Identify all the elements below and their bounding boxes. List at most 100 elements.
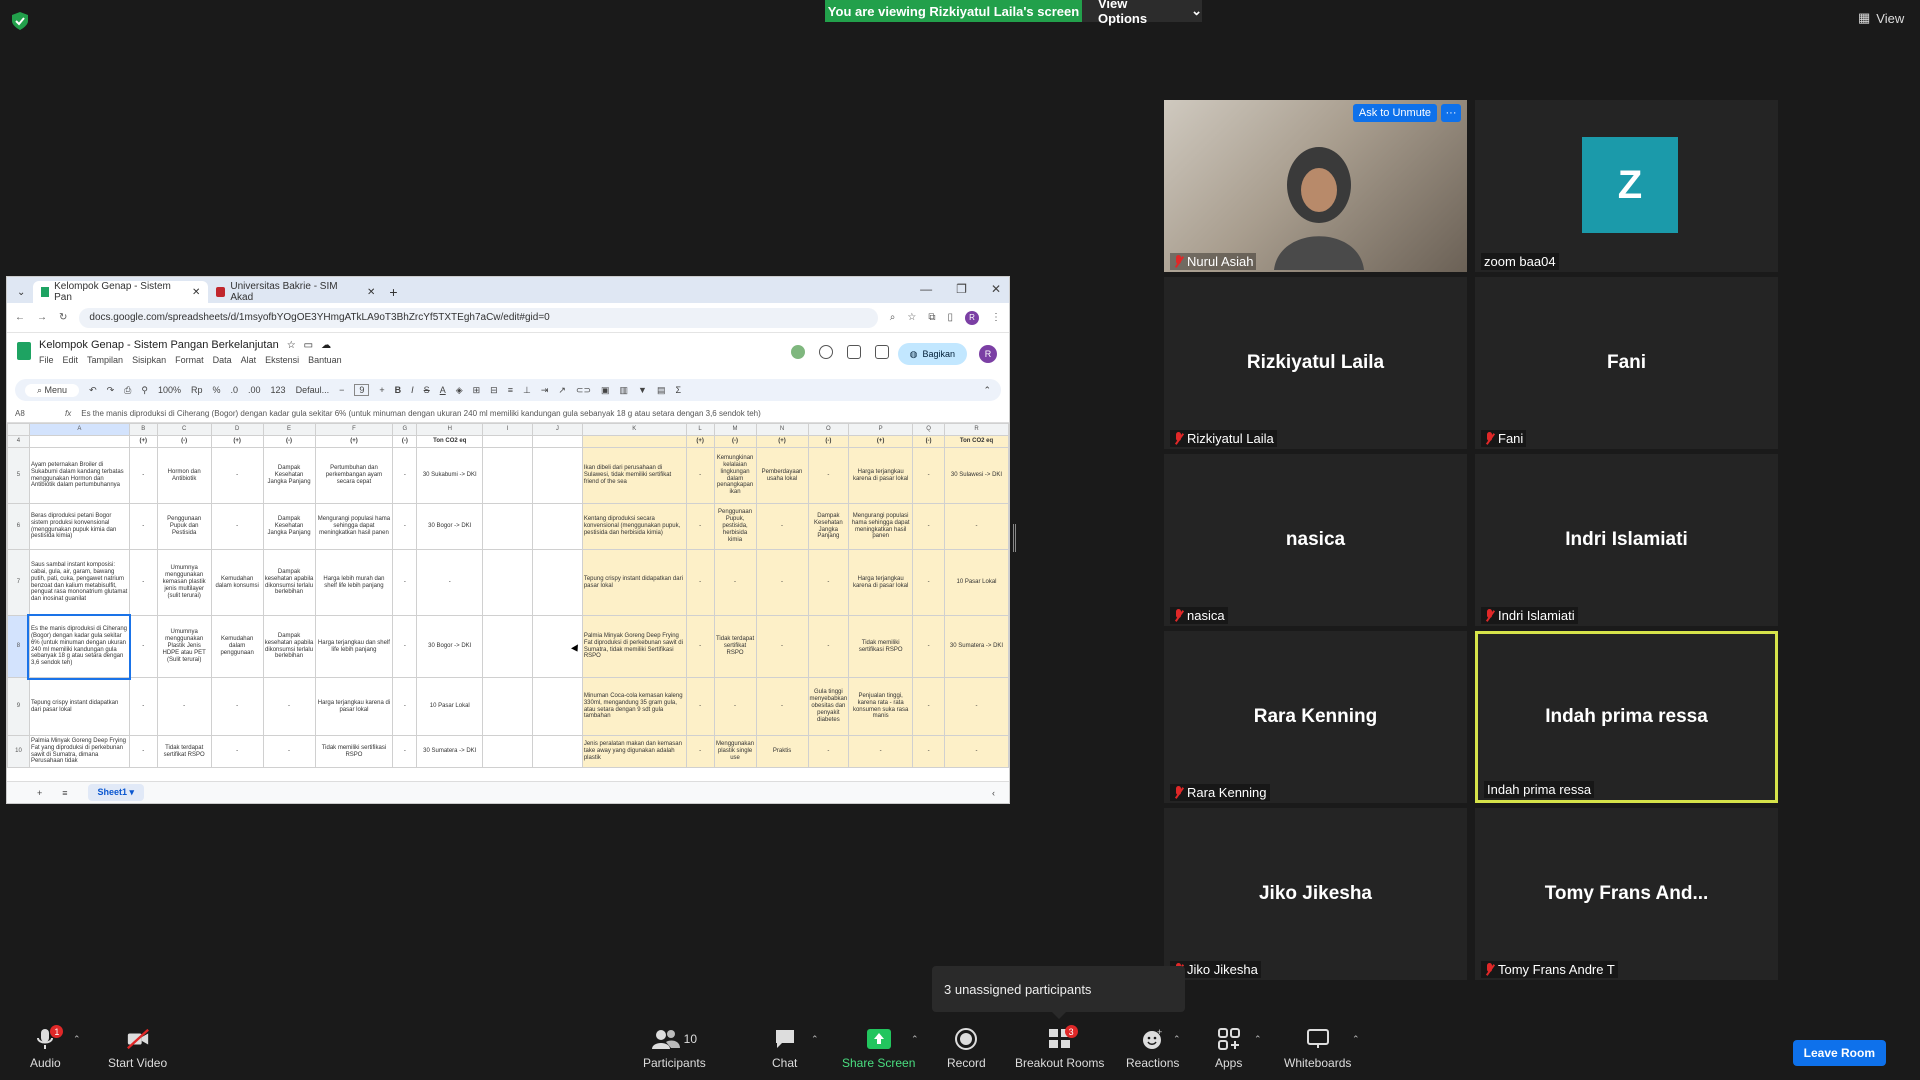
table-cell[interactable] [532, 435, 583, 448]
table-cell[interactable]: - [807, 549, 850, 616]
table-cell[interactable] [28, 435, 130, 448]
close-window-icon[interactable]: ✕ [991, 282, 1001, 296]
close-tab-icon[interactable]: ✕ [192, 287, 200, 298]
menu-help[interactable]: Bantuan [308, 355, 342, 365]
corner-cell[interactable] [7, 423, 30, 436]
table-cell[interactable] [482, 677, 534, 736]
table-cell[interactable]: - [128, 615, 158, 678]
table-cell[interactable]: Harga terjangkau karena di pasar lokal [848, 549, 914, 616]
chat-options-chevron-icon[interactable]: ⌃ [811, 1034, 819, 1045]
column-header[interactable]: Q [912, 423, 946, 436]
table-cell[interactable]: Saus sambal instant komposisi: cabai, gu… [28, 549, 130, 616]
redo-icon[interactable]: ↷ [107, 385, 115, 396]
menu-insert[interactable]: Sisipkan [132, 355, 166, 365]
profile-avatar[interactable]: R [965, 310, 979, 325]
table-cell[interactable] [482, 735, 534, 768]
apps-button[interactable]: Apps [1215, 1028, 1242, 1070]
table-cell[interactable]: - [912, 735, 946, 768]
table-cell[interactable]: Kentang diproduksi secara konvensional (… [581, 503, 687, 550]
table-cell[interactable]: Es the manis diproduksi di Ciherang (Bog… [27, 613, 132, 680]
table-cell[interactable]: Minuman Coca-cola kemasan kaleng 330ml, … [581, 677, 687, 736]
table-cell[interactable]: Praktis [755, 735, 809, 768]
table-cell[interactable]: Dampak Kesehatan Jangka Panjang [262, 503, 316, 550]
table-cell[interactable]: - [210, 447, 264, 504]
table-cell[interactable]: - [416, 549, 484, 616]
share-button[interactable]: ◍ Bagikan [897, 343, 967, 365]
table-cell[interactable] [532, 735, 583, 768]
chart-icon[interactable]: ▥ [620, 385, 629, 396]
table-cell[interactable]: (+) [314, 435, 394, 448]
participant-tile[interactable]: Ask to Unmute ··· Nurul Asiah [1164, 100, 1467, 272]
column-header[interactable]: F [314, 423, 394, 436]
breakout-rooms-button[interactable]: 3 Breakout Rooms [1015, 1025, 1104, 1070]
table-cell[interactable]: - [755, 549, 809, 616]
start-video-button[interactable]: Start Video [108, 1028, 167, 1070]
font-size-plus-icon[interactable]: + [379, 385, 384, 395]
participant-tile[interactable]: Fani Fani [1475, 277, 1778, 449]
table-cell[interactable] [532, 549, 583, 616]
italic-icon[interactable]: I [411, 385, 414, 395]
table-cell[interactable]: Gula tinggi menyebabkan obesitas dan pen… [807, 677, 850, 736]
table-cell[interactable]: - [944, 735, 1009, 768]
table-cell[interactable]: Kemungkinan kelalaian lingkungan dalam p… [713, 447, 757, 504]
table-cell[interactable]: - [262, 677, 316, 736]
share-screen-button[interactable]: Share Screen [842, 1028, 915, 1070]
table-cell[interactable]: Tidak terdapat sertifikat RSPO [713, 615, 757, 678]
whiteboards-options-chevron-icon[interactable]: ⌃ [1352, 1034, 1360, 1045]
name-box[interactable]: A8 [15, 409, 55, 418]
sheets-logo-icon[interactable] [17, 342, 31, 360]
table-cell[interactable]: (-) [262, 435, 316, 448]
whiteboards-button[interactable]: Whiteboards [1284, 1028, 1351, 1070]
table-cell[interactable]: Ton CO2 eq [416, 435, 484, 448]
text-color-icon[interactable]: A [440, 385, 446, 395]
table-cell[interactable]: - [128, 677, 158, 736]
table-cell[interactable]: - [210, 503, 264, 550]
bookmark-star-icon[interactable]: ☆ [907, 312, 916, 323]
table-cell[interactable]: - [392, 549, 418, 616]
table-cell[interactable]: Tepung crispy instant didapatkan dari pa… [581, 549, 687, 616]
participant-tile[interactable]: nasica nasica [1164, 454, 1467, 626]
table-cell[interactable]: - [128, 549, 158, 616]
table-cell[interactable]: (+) [128, 435, 158, 448]
menu-view[interactable]: Tampilan [87, 355, 123, 365]
table-cell[interactable] [532, 447, 583, 504]
account-avatar[interactable]: R [979, 345, 997, 363]
column-header[interactable]: H [416, 423, 484, 436]
row-number[interactable]: 8 [7, 615, 30, 678]
table-cell[interactable]: Dampak kesehatan apabila dikonsumsi terl… [262, 549, 316, 616]
undo-icon[interactable]: ↶ [89, 385, 97, 396]
table-cell[interactable]: Harga terjangkau karena di pasar lokal [848, 447, 914, 504]
table-cell[interactable]: (-) [807, 435, 850, 448]
font-size-input[interactable]: 9 [354, 384, 370, 396]
menu-format[interactable]: Format [175, 355, 204, 365]
row-number[interactable]: 4 [7, 435, 30, 448]
link-icon[interactable]: ⊂⊃ [576, 385, 591, 396]
table-cell[interactable]: - [685, 447, 715, 504]
table-cell[interactable]: - [755, 615, 809, 678]
shield-icon[interactable] [12, 12, 28, 30]
table-cell[interactable]: Harga lebih murah dan shelf life lebih p… [314, 549, 394, 616]
audio-options-chevron-icon[interactable]: ⌃ [73, 1034, 81, 1045]
comment-icon[interactable]: ▣ [601, 385, 610, 396]
collapse-sidebar-icon[interactable]: ‹ [992, 788, 995, 798]
table-cell[interactable]: Tidak memiliki sertifikasi RSPO [314, 735, 394, 768]
table-cell[interactable]: - [210, 677, 264, 736]
row-number[interactable]: 5 [7, 447, 30, 504]
participant-tile[interactable]: Indah prima ressa Indah prima ressa [1475, 631, 1778, 803]
reload-icon[interactable]: ↻ [59, 312, 67, 323]
filter-views-icon[interactable]: ▤ [657, 385, 666, 396]
table-cell[interactable]: Beras diproduksi petani Bogor sistem pro… [28, 503, 130, 550]
table-cell[interactable]: 30 Bogor -> DKI [416, 503, 484, 550]
table-cell[interactable]: 30 Sulawesi -> DKI [944, 447, 1009, 504]
table-cell[interactable]: 10 Pasar Lokal [416, 677, 484, 736]
forward-icon[interactable]: → [37, 312, 47, 323]
table-cell[interactable]: Kemudahan dalam konsumsi [210, 549, 264, 616]
sheet-tab[interactable]: Sheet1 ▾ [87, 784, 145, 801]
table-cell[interactable]: (+) [755, 435, 809, 448]
table-cell[interactable]: 30 Sumatera -> DKI [944, 615, 1009, 678]
rotate-icon[interactable]: ↗ [558, 385, 566, 396]
url-field[interactable]: docs.google.com/spreadsheets/d/1msyofbYO… [79, 307, 878, 328]
menu-file[interactable]: File [39, 355, 54, 365]
apps-options-chevron-icon[interactable]: ⌃ [1254, 1034, 1262, 1045]
collaborator-icon[interactable] [791, 345, 805, 359]
